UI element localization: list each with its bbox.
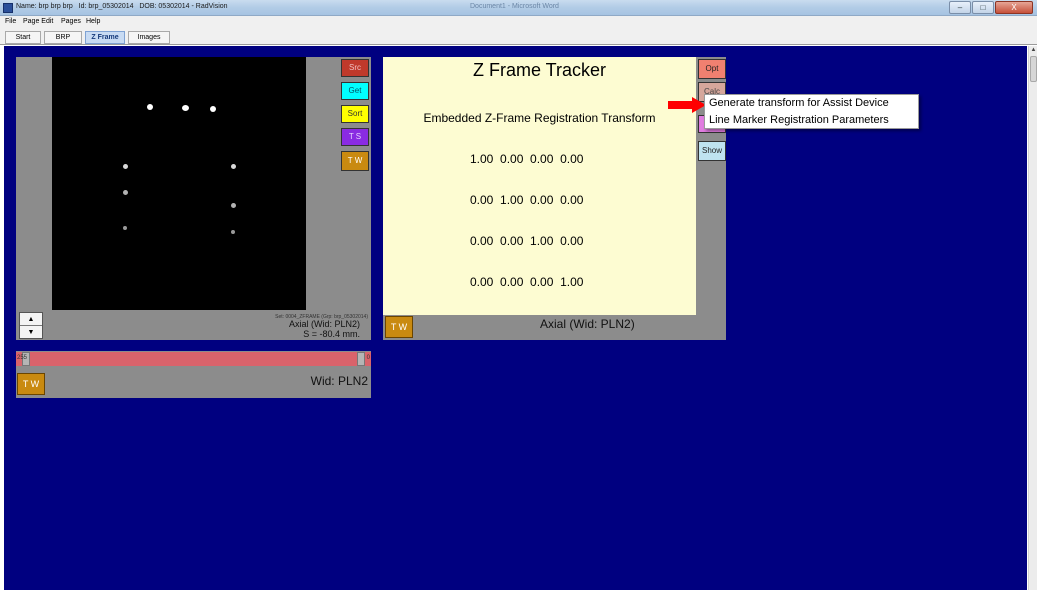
context-menu: Generate transform for Assist Device Lin…: [704, 94, 919, 129]
maximize-button[interactable]: □: [972, 1, 994, 14]
tab-z-frame[interactable]: Z Frame: [85, 31, 125, 44]
fiducial-marker: [231, 164, 236, 169]
menu-item-generate-transform[interactable]: Generate transform for Assist Device: [709, 97, 889, 109]
vertical-scrollbar[interactable]: ▲: [1028, 46, 1037, 590]
fiducial-marker: [123, 190, 128, 195]
chevron-up-icon[interactable]: ▲: [20, 313, 42, 326]
fiducial-marker: [210, 106, 216, 112]
window-level-wid-label: Wid: PLN2: [310, 374, 368, 388]
tab-brp[interactable]: BRP: [44, 31, 82, 44]
window-level-bar[interactable]: 255 0: [16, 352, 371, 366]
menu-file[interactable]: File: [5, 18, 16, 25]
scrollbar-thumb[interactable]: [1030, 56, 1037, 82]
tw-button[interactable]: T W: [341, 151, 369, 171]
app-icon: [3, 3, 13, 13]
ts-button[interactable]: T S: [341, 128, 369, 146]
matrix-row: 0.00 1.00 0.00 0.00: [470, 193, 584, 207]
close-button[interactable]: X: [995, 1, 1033, 14]
zframe-tw-button[interactable]: T W: [385, 316, 413, 338]
show-button[interactable]: Show: [698, 141, 726, 161]
tab-start[interactable]: Start: [5, 31, 41, 44]
menubar: File Page Edit Pages Help: [0, 16, 1037, 29]
window-level-max: 255: [17, 355, 28, 361]
image-viewport[interactable]: [52, 57, 306, 310]
matrix-row: 0.00 0.00 1.00 0.00: [470, 234, 584, 248]
menu-page-edit[interactable]: Page Edit: [23, 18, 53, 25]
page-tabs: Start BRP Z Frame Images: [0, 29, 1037, 45]
window-controls: – □ X: [948, 1, 1033, 14]
slice-position: S = -80.4 mm.: [303, 329, 360, 339]
scroll-up-icon[interactable]: ▲: [1029, 46, 1037, 55]
zframe-subtitle: Embedded Z-Frame Registration Transform: [423, 111, 656, 125]
menu-item-line-marker-params[interactable]: Line Marker Registration Parameters: [709, 114, 889, 126]
zframe-title: Z Frame Tracker: [472, 60, 606, 80]
window-titlebar: Name: brp brp brp Id: brp_05302014 DOB: …: [0, 0, 1037, 16]
fiducial-marker: [231, 230, 235, 234]
red-pointer-arrow-icon: [668, 97, 706, 113]
window-level-min: 0: [366, 355, 370, 361]
menu-help[interactable]: Help: [86, 18, 100, 25]
opt-button[interactable]: Opt: [698, 59, 726, 79]
zframe-orientation-label: Axial (Wid: PLN2): [540, 317, 635, 331]
ghost-window-title: Document1 - Microsoft Word: [470, 3, 559, 10]
window-level-tw-button[interactable]: T W: [17, 373, 45, 395]
tab-images[interactable]: Images: [128, 31, 170, 44]
window-level-handle-right[interactable]: [357, 352, 365, 366]
slice-stepper[interactable]: ▲ ▼: [19, 312, 43, 339]
get-button[interactable]: Get: [341, 82, 369, 100]
window-title: Name: brp brp brp Id: brp_05302014 DOB: …: [16, 3, 228, 10]
matrix-row: 0.00 0.00 0.00 1.00: [470, 275, 584, 289]
sort-button[interactable]: Sort: [341, 105, 369, 123]
matrix-row: 1.00 0.00 0.00 0.00: [470, 152, 584, 166]
fiducial-marker: [182, 105, 189, 111]
chevron-down-icon[interactable]: ▼: [20, 326, 42, 339]
fiducial-marker: [123, 226, 127, 230]
fiducial-marker: [123, 164, 128, 169]
minimize-button[interactable]: –: [949, 1, 971, 14]
src-button[interactable]: Src: [341, 59, 369, 77]
orientation-label: Axial (Wid: PLN2): [288, 319, 360, 329]
menu-pages[interactable]: Pages: [61, 18, 81, 25]
fiducial-marker: [147, 104, 153, 110]
fiducial-marker: [231, 203, 236, 208]
